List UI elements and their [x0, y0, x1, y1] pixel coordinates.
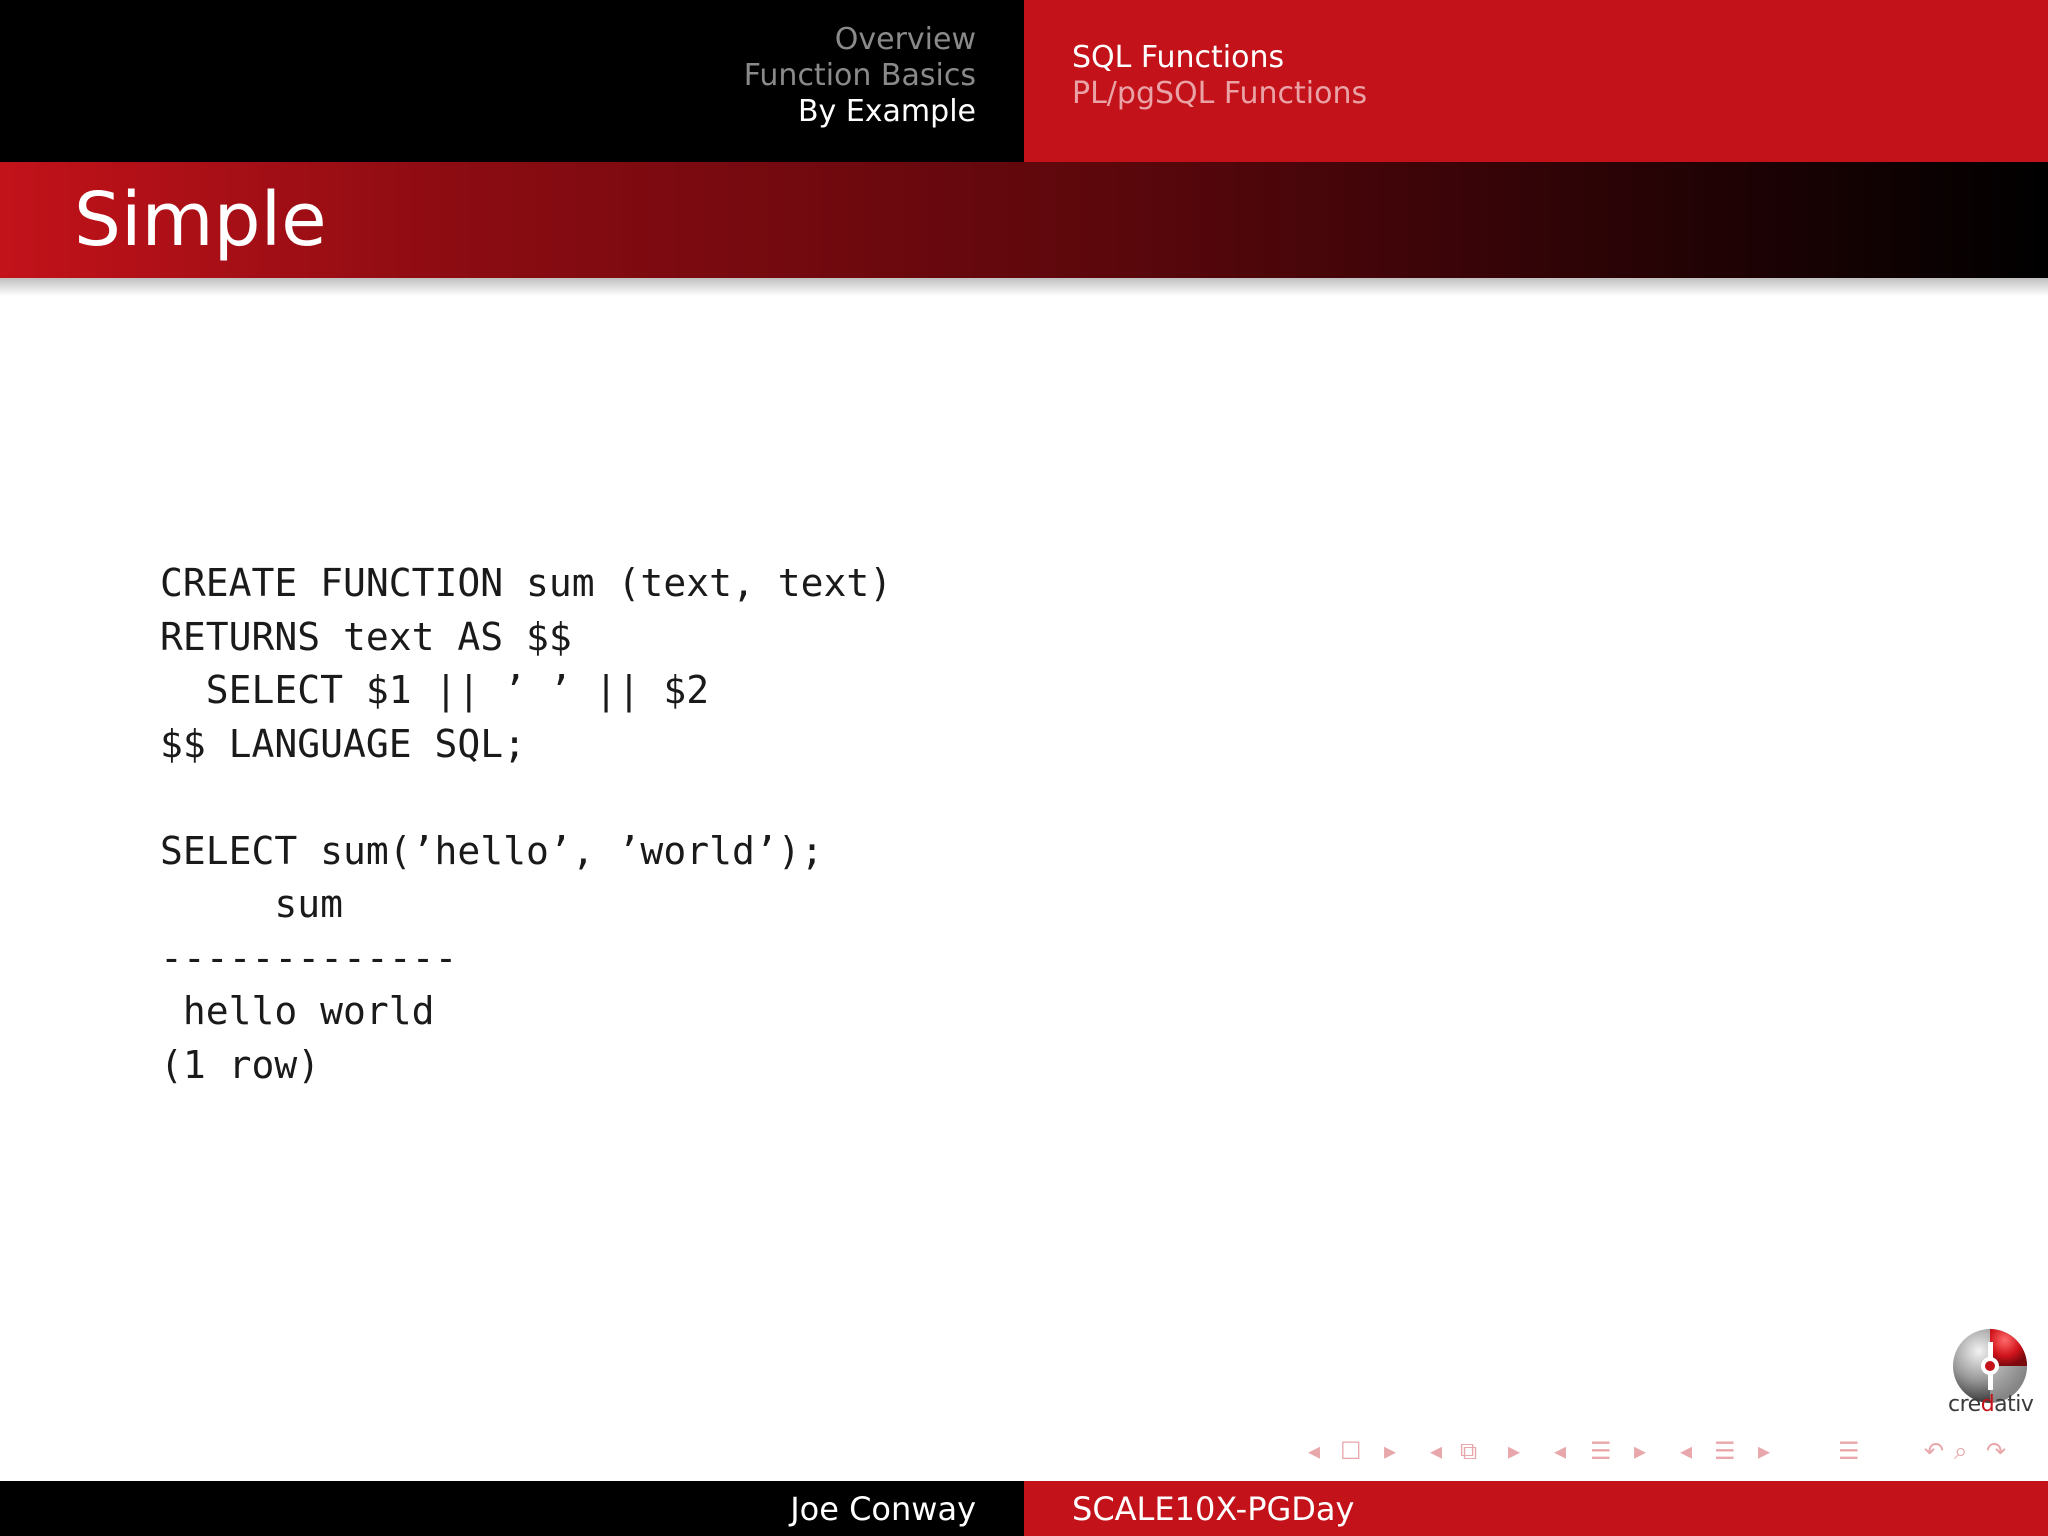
prev-subsection-icon[interactable]: ◂: [1430, 1434, 1442, 1468]
prev-section-icon[interactable]: ◂: [1554, 1434, 1566, 1468]
section-link-overview[interactable]: Overview: [744, 22, 976, 58]
logo-text-suffix: ativ: [1994, 1392, 2034, 1417]
footer-bar: Joe Conway SCALE10X-PGDay: [0, 1481, 2048, 1536]
forward-icon[interactable]: ↷: [1986, 1434, 2006, 1468]
code-block: CREATE FUNCTION sum (text, text) RETURNS…: [160, 557, 892, 1092]
subsection-link-sql-functions[interactable]: SQL Functions: [1072, 40, 1367, 76]
code-line: SELECT sum(’hello’, ’world’);: [160, 828, 824, 873]
footer-author: Joe Conway: [790, 1490, 976, 1528]
footer-event-panel: SCALE10X-PGDay: [1024, 1481, 2048, 1536]
header-subsections-panel: SQL Functions PL/pgSQL Functions: [1024, 0, 2048, 162]
next-section-icon[interactable]: ▸: [1634, 1434, 1646, 1468]
section-icon[interactable]: ☰: [1590, 1434, 1612, 1468]
title-bar-shadow: [0, 278, 2048, 296]
logo-wordmark: credativ: [1948, 1392, 2034, 1417]
logo-text-accent: d: [1980, 1392, 1995, 1417]
header-sections-panel: Overview Function Basics By Example: [0, 0, 1024, 162]
next-frame-icon[interactable]: ▸: [1384, 1434, 1396, 1468]
code-line: sum: [160, 882, 344, 926]
subsection-navigation: SQL Functions PL/pgSQL Functions: [1072, 40, 1367, 112]
code-line: SELECT $1 || ’ ’ || $2: [160, 668, 710, 712]
doc-icon[interactable]: ☰: [1714, 1434, 1736, 1468]
footer-author-panel: Joe Conway: [0, 1481, 1024, 1536]
header-bar: Overview Function Basics By Example SQL …: [0, 0, 2048, 162]
code-line: -------------: [160, 935, 458, 980]
next-doc-icon[interactable]: ▸: [1758, 1434, 1770, 1468]
code-line: $$ LANGUAGE SQL;: [160, 721, 527, 766]
search-icon[interactable]: ⌕: [1954, 1434, 1967, 1468]
prev-doc-icon[interactable]: ◂: [1680, 1434, 1692, 1468]
logo-text-prefix: cre: [1948, 1392, 1981, 1417]
code-line: (1 row): [160, 1042, 321, 1087]
footer-event: SCALE10X-PGDay: [1072, 1490, 1355, 1528]
prev-frame-icon[interactable]: ◂: [1308, 1434, 1320, 1468]
code-line: hello world: [160, 989, 435, 1033]
next-subsection-icon[interactable]: ▸: [1508, 1434, 1520, 1468]
section-link-by-example[interactable]: By Example: [744, 94, 976, 130]
subsection-link-plpgsql-functions[interactable]: PL/pgSQL Functions: [1072, 76, 1367, 112]
subsection-icon[interactable]: ⧉: [1460, 1434, 1477, 1468]
back-icon[interactable]: ↶: [1924, 1434, 1944, 1468]
code-line: CREATE FUNCTION sum (text, text): [160, 561, 893, 605]
toc-icon[interactable]: ☰: [1838, 1434, 1860, 1468]
frame-icon[interactable]: ☐: [1340, 1434, 1362, 1468]
frame-title: Simple: [74, 177, 327, 263]
section-navigation: Overview Function Basics By Example: [744, 22, 976, 130]
code-line: RETURNS text AS $$: [160, 614, 572, 659]
navigation-symbols: ◂ ☐ ▸ ◂ ⧉ ▸ ◂ ☰ ▸ ◂ ☰ ▸ ☰ ↶ ⌕ ↷: [1300, 1434, 2030, 1468]
section-link-function-basics[interactable]: Function Basics: [744, 58, 976, 94]
